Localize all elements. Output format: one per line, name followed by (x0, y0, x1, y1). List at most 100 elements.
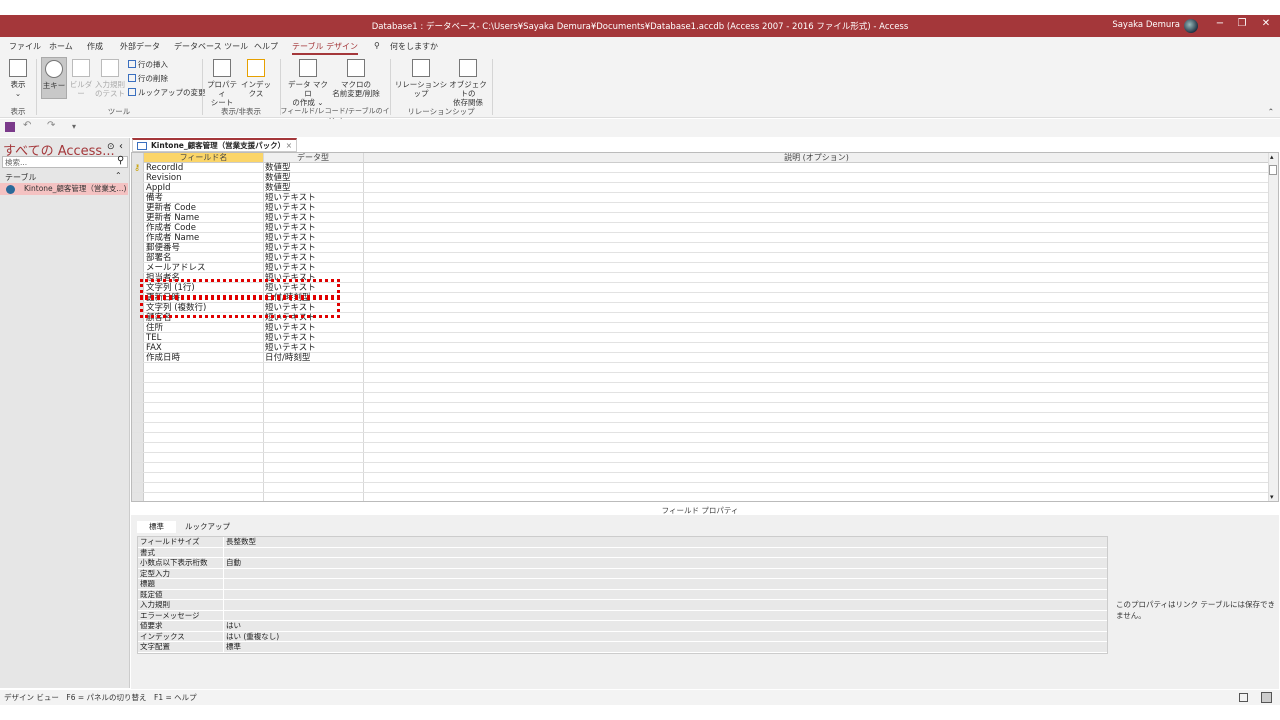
modify-lookups-button[interactable]: ルックアップの変更 (128, 87, 206, 98)
data-type-cell[interactable]: 数値型 (265, 173, 291, 183)
scroll-thumb[interactable] (1269, 165, 1277, 175)
object-dependencies-button[interactable]: オブジェクトの 依存関係 (448, 59, 488, 107)
data-type-cell[interactable]: 短いテキスト (265, 263, 316, 273)
property-value[interactable]: 長整数型 (223, 537, 1103, 547)
field-name-cell[interactable]: 部署名 (146, 253, 172, 263)
undo-icon[interactable]: ↶ (23, 120, 31, 131)
data-type-cell[interactable]: 数値型 (265, 163, 291, 173)
table-row[interactable]: Revision 数値型 (132, 173, 1268, 183)
datasheet-view-icon[interactable] (1239, 693, 1248, 702)
design-view-icon[interactable] (1261, 692, 1272, 703)
save-icon[interactable] (5, 122, 15, 132)
tab-general[interactable]: 標準 (137, 521, 176, 533)
table-row[interactable] (132, 373, 1268, 383)
field-name-cell[interactable]: 作成者 Code (146, 223, 196, 233)
delete-rows-button[interactable]: 行の削除 (128, 73, 168, 84)
indexes-button[interactable]: インデックス (238, 59, 274, 98)
relationships-button[interactable]: リレーションシップ (394, 59, 448, 98)
customize-qat-icon[interactable]: ▾ (72, 122, 76, 131)
table-row[interactable]: FAX 短いテキスト (132, 343, 1268, 353)
tab-lookup[interactable]: ルックアップ (173, 521, 242, 533)
data-type-cell[interactable]: 短いテキスト (265, 243, 316, 253)
data-type-cell[interactable]: 短いテキスト (265, 253, 316, 263)
table-row[interactable] (132, 433, 1268, 443)
avatar[interactable] (1184, 19, 1198, 33)
property-row[interactable]: 既定値 (138, 589, 1107, 600)
scroll-down-icon[interactable]: ▾ (1270, 493, 1274, 501)
property-value[interactable] (223, 589, 1103, 600)
property-row[interactable]: 小数点以下表示桁数 自動 (138, 558, 1107, 569)
data-type-cell[interactable]: 日付/時刻型 (265, 353, 310, 363)
field-name-cell[interactable]: 備考 (146, 193, 163, 203)
table-row[interactable]: 作成日時 日付/時刻型 (132, 353, 1268, 363)
field-name-cell[interactable]: メールアドレス (146, 263, 206, 273)
vertical-scrollbar[interactable]: ▴ ▾ (1268, 153, 1278, 501)
property-row[interactable]: 文字配置 標準 (138, 642, 1107, 653)
property-value[interactable] (223, 547, 1103, 558)
property-value[interactable]: はい (重複なし) (223, 631, 1103, 642)
data-type-cell[interactable]: 短いテキスト (265, 203, 316, 213)
table-row[interactable] (132, 453, 1268, 463)
table-row[interactable]: TEL 短いテキスト (132, 333, 1268, 343)
data-type-cell[interactable]: 短いテキスト (265, 223, 316, 233)
table-row[interactable] (132, 473, 1268, 483)
field-name-cell[interactable]: TEL (146, 333, 161, 343)
property-sheet-button[interactable]: プロパティ シート (206, 59, 238, 107)
property-value[interactable] (223, 610, 1103, 621)
table-row[interactable] (132, 493, 1268, 501)
field-name-cell[interactable]: FAX (146, 343, 162, 353)
field-name-cell[interactable]: 作成者 Name (146, 233, 199, 243)
property-value[interactable] (223, 568, 1103, 579)
search-icon[interactable]: ⚲ (117, 155, 124, 166)
property-row[interactable]: フィールドサイズ 長整数型 (138, 537, 1107, 548)
tab-home[interactable]: ホーム (49, 41, 73, 52)
table-row[interactable]: 更新者 Name 短いテキスト (132, 213, 1268, 223)
table-row[interactable] (132, 383, 1268, 393)
tab-external-data[interactable]: 外部データ (120, 41, 160, 52)
test-validation-button[interactable]: 入力規則 のテスト (95, 59, 125, 98)
close-button[interactable]: ✕ (1256, 18, 1276, 29)
minimize-button[interactable]: − (1210, 18, 1230, 29)
table-row[interactable]: ⚷ RecordId 数値型 (132, 163, 1268, 173)
table-row[interactable]: メールアドレス 短いテキスト (132, 263, 1268, 273)
property-row[interactable]: インデックス はい (重複なし) (138, 631, 1107, 642)
table-row[interactable]: 作成者 Name 短いテキスト (132, 233, 1268, 243)
insert-rows-button[interactable]: 行の挿入 (128, 59, 168, 70)
field-name-cell[interactable]: 郵便番号 (146, 243, 180, 253)
tab-table-design[interactable]: テーブル デザイン (292, 41, 359, 55)
view-button[interactable]: 表示 ⌄ (6, 59, 30, 98)
property-row[interactable]: 書式 (138, 547, 1107, 558)
field-name-cell[interactable]: 更新者 Name (146, 213, 199, 223)
table-row[interactable] (132, 403, 1268, 413)
nav-menu-icon[interactable]: ⊙ (107, 142, 115, 152)
property-value[interactable]: 標準 (223, 642, 1103, 652)
nav-search-input[interactable]: 検索... (2, 156, 128, 168)
data-type-cell[interactable]: 短いテキスト (265, 233, 316, 243)
table-row[interactable] (132, 413, 1268, 423)
scroll-up-icon[interactable]: ▴ (1270, 153, 1274, 161)
table-row[interactable]: 郵便番号 短いテキスト (132, 243, 1268, 253)
tab-database-tools[interactable]: データベース ツール (174, 41, 248, 52)
data-type-cell[interactable]: 短いテキスト (265, 193, 316, 203)
builder-button[interactable]: ビルダー (68, 59, 94, 98)
data-type-cell[interactable]: 短いテキスト (265, 323, 316, 333)
table-row[interactable]: 部署名 短いテキスト (132, 253, 1268, 263)
field-name-cell[interactable]: AppId (146, 183, 171, 193)
table-row[interactable]: 更新者 Code 短いテキスト (132, 203, 1268, 213)
user-name[interactable]: Sayaka Demura (1112, 20, 1180, 30)
collapse-ribbon-button[interactable]: ⌃ (1268, 107, 1274, 116)
property-row[interactable]: 入力規則 (138, 600, 1107, 611)
property-value[interactable]: 自動 (223, 558, 1103, 568)
field-name-cell[interactable]: 住所 (146, 323, 163, 333)
table-row[interactable] (132, 483, 1268, 493)
data-type-cell[interactable]: 数値型 (265, 183, 291, 193)
table-row[interactable] (132, 393, 1268, 403)
table-row[interactable] (132, 423, 1268, 433)
document-tab[interactable]: Kintone_顧客管理（営業支援パック） × (132, 138, 297, 152)
property-row[interactable]: 値要求 はい (138, 621, 1107, 632)
collapse-nav-icon[interactable]: ‹ (119, 141, 123, 152)
redo-icon[interactable]: ↷ (47, 120, 55, 131)
data-type-cell[interactable]: 短いテキスト (265, 213, 316, 223)
property-row[interactable]: 定型入力 (138, 568, 1107, 579)
tab-create[interactable]: 作成 (87, 41, 103, 52)
